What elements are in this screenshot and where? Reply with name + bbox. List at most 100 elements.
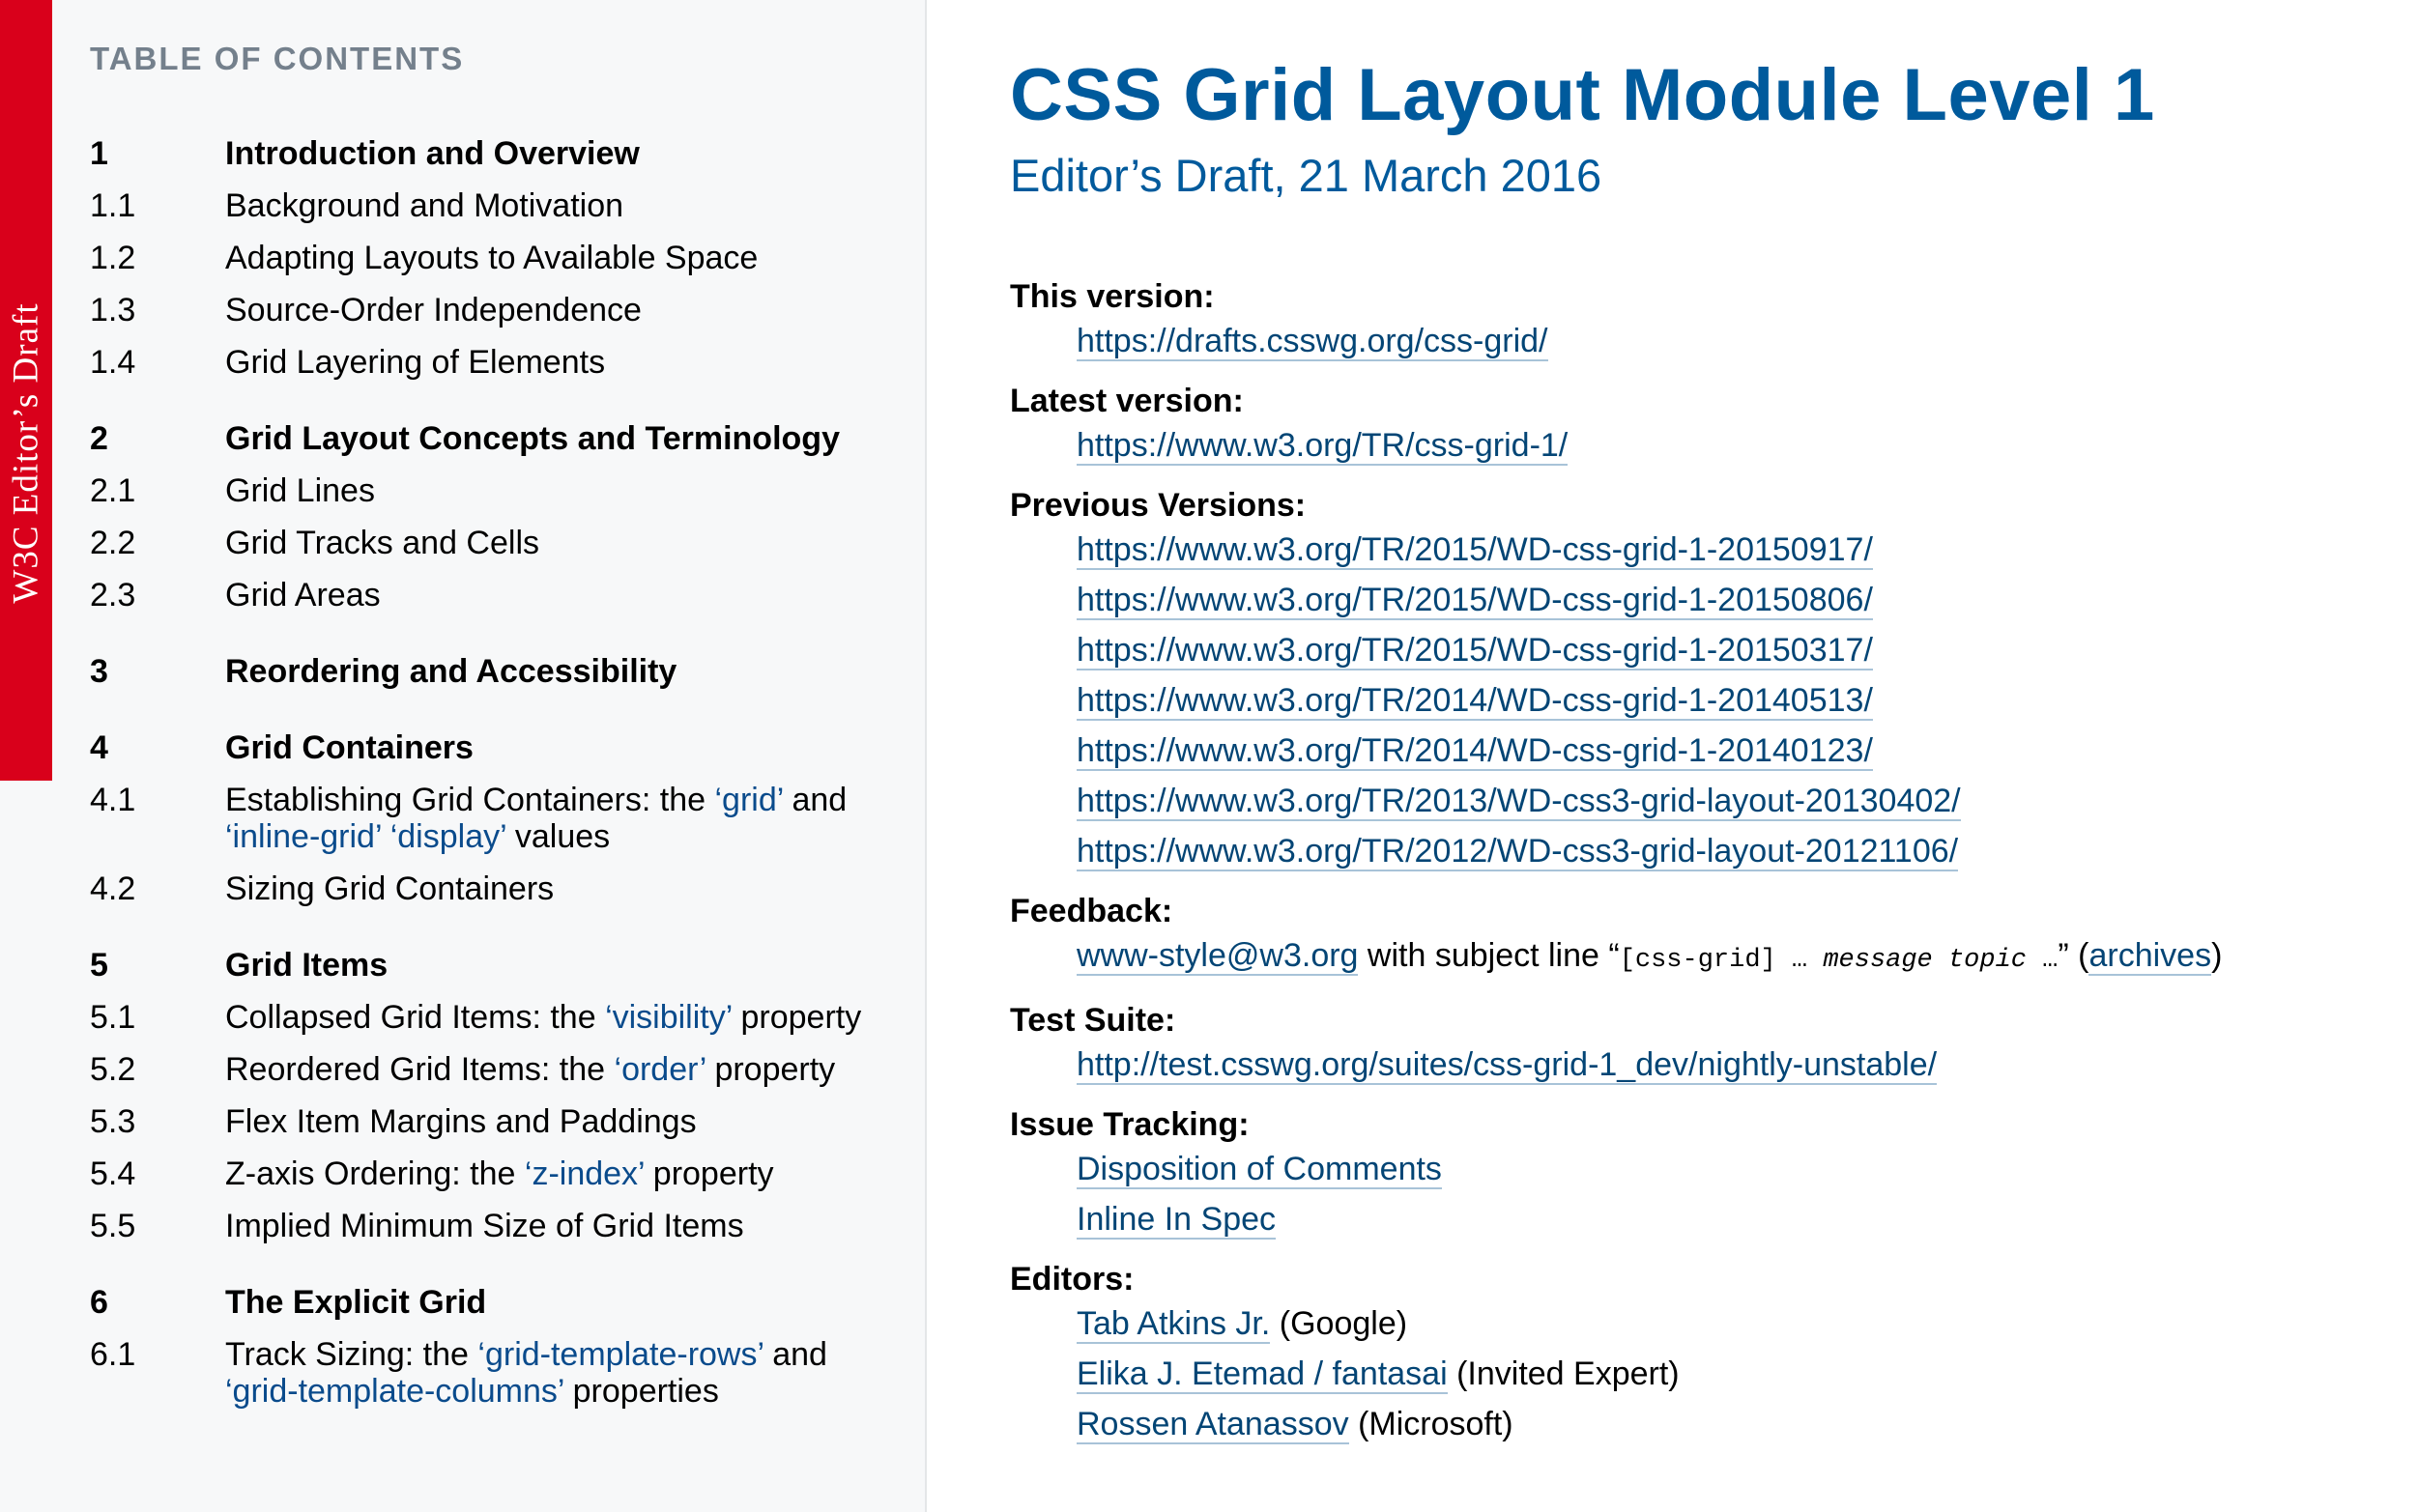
toc-list: 1 Introduction and Overview 1.1 Background …: [90, 135, 902, 1449]
toc-title-part: Track Sizing: the: [225, 1336, 478, 1373]
toc-number: 5.2: [90, 1051, 136, 1088]
issue-tracking-item: Disposition of Comments: [1077, 1151, 2402, 1189]
feedback-text-before: with subject line “: [1358, 937, 1620, 974]
previous-version-item: https://www.w3.org/TR/2012/WD-css3-grid-…: [1077, 833, 2402, 871]
editor-link[interactable]: Tab Atkins Jr.: [1077, 1305, 1271, 1344]
spec-metadata: This version: https://drafts.csswg.org/c…: [1010, 278, 2402, 1456]
toc-item-5-4[interactable]: 5.4 Z-axis Ordering: the ‘z-index’ proper…: [90, 1155, 902, 1192]
toc-item-1-2[interactable]: 1.2 Adapting Layouts to Available Space: [90, 240, 902, 276]
toc-item-3[interactable]: 3 Reordering and Accessibility: [90, 653, 902, 690]
feedback-label: Feedback:: [1010, 893, 1173, 929]
toc-title-part: and: [763, 1336, 827, 1373]
previous-version-link[interactable]: https://www.w3.org/TR/2015/WD-css-grid-1…: [1077, 582, 1873, 620]
toc-item-2-2[interactable]: 2.2 Grid Tracks and Cells: [90, 525, 902, 561]
toc-number: 5.4: [90, 1155, 136, 1192]
toc-number: 4.2: [90, 870, 136, 907]
page-title: CSS Grid Layout Module Level 1: [1010, 54, 2155, 136]
toc-term-link[interactable]: ‘z-index’: [525, 1155, 644, 1192]
feedback-archives-link[interactable]: archives: [2088, 937, 2212, 976]
toc-item-5-1[interactable]: 5.1 Collapsed Grid Items: the ‘visibility…: [90, 999, 902, 1036]
editors-label: Editors:: [1010, 1261, 1135, 1298]
previous-version-item: https://www.w3.org/TR/2014/WD-css-grid-1…: [1077, 732, 2402, 771]
latest-version-value: https://www.w3.org/TR/css-grid-1/: [1077, 427, 2402, 466]
toc-title-part: [381, 818, 389, 855]
this-version-link[interactable]: https://drafts.csswg.org/css-grid/: [1077, 323, 1548, 361]
toc-number: 4.1: [90, 782, 136, 818]
previous-version-link[interactable]: https://www.w3.org/TR/2014/WD-css-grid-1…: [1077, 732, 1873, 771]
this-version-value: https://drafts.csswg.org/css-grid/: [1077, 323, 2402, 361]
toc-title: Source-Order Independence: [225, 292, 642, 328]
previous-version-link[interactable]: https://www.w3.org/TR/2014/WD-css-grid-1…: [1077, 682, 1873, 721]
toc-number: 3: [90, 653, 108, 690]
previous-version-link[interactable]: https://www.w3.org/TR/2012/WD-css3-grid-…: [1077, 833, 1959, 871]
toc-item-5-2[interactable]: 5.2 Reordered Grid Items: the ‘order’ pro…: [90, 1051, 902, 1088]
previous-version-link[interactable]: https://www.w3.org/TR/2013/WD-css3-grid-…: [1077, 783, 1961, 821]
toc-title: Collapsed Grid Items: the ‘visibility’ p…: [225, 999, 902, 1036]
editor-link[interactable]: Elika J. Etemad / fantasai: [1077, 1355, 1448, 1394]
toc-item-2-3[interactable]: 2.3 Grid Areas: [90, 577, 902, 613]
toc-item-4[interactable]: 4 Grid Containers: [90, 729, 902, 766]
toc-title: Flex Item Margins and Paddings: [225, 1103, 697, 1140]
feedback-email-link[interactable]: www-style@w3.org: [1077, 937, 1359, 976]
toc-number: 1.2: [90, 240, 136, 276]
toc-title: Grid Tracks and Cells: [225, 525, 539, 561]
toc-term-link[interactable]: ‘grid’: [714, 782, 783, 818]
toc-term-link[interactable]: ‘inline-grid’: [225, 818, 381, 855]
toc-title-part: values: [505, 818, 611, 855]
feedback-value: www-style@w3.org with subject line “[css…: [1077, 937, 2402, 979]
toc-section: 6 The Explicit Grid 6.1 Track Sizing: the ‘…: [90, 1284, 902, 1410]
toc-title: Sizing Grid Containers: [225, 870, 555, 907]
editor-affiliation: (Microsoft): [1348, 1406, 1513, 1442]
feedback-code-ellipsis: …: [1775, 946, 1824, 975]
toc-item-1[interactable]: 1 Introduction and Overview: [90, 135, 902, 172]
toc-section: 3 Reordering and Accessibility: [90, 653, 902, 690]
previous-version-link[interactable]: https://www.w3.org/TR/2015/WD-css-grid-1…: [1077, 531, 1873, 570]
toc-term-link[interactable]: ‘display’: [390, 818, 506, 855]
toc-item-5-3[interactable]: 5.3 Flex Item Margins and Paddings: [90, 1103, 902, 1140]
status-tab-label: W3C Editor’s Draft: [6, 302, 46, 604]
toc-number: 2: [90, 420, 108, 457]
toc-number: 5.1: [90, 999, 136, 1036]
latest-version-link[interactable]: https://www.w3.org/TR/css-grid-1/: [1077, 427, 1569, 466]
test-suite-value: http://test.csswg.org/suites/css-grid-1_…: [1077, 1046, 2402, 1085]
previous-version-link[interactable]: https://www.w3.org/TR/2015/WD-css-grid-1…: [1077, 632, 1873, 670]
toc-number: 5.3: [90, 1103, 136, 1140]
previous-version-item: https://www.w3.org/TR/2015/WD-css-grid-1…: [1077, 632, 2402, 670]
toc-title-part: Collapsed Grid Items: the: [225, 999, 606, 1036]
toc-term-link[interactable]: ‘visibility’: [605, 999, 732, 1036]
toc-title-part: property: [706, 1051, 836, 1088]
toc-item-6-1[interactable]: 6.1 Track Sizing: the ‘grid-template-rows…: [90, 1336, 902, 1410]
toc-item-1-3[interactable]: 1.3 Source-Order Independence: [90, 292, 902, 328]
toc-item-4-1[interactable]: 4.1 Establishing Grid Containers: the ‘gr…: [90, 782, 902, 855]
toc-title-part: Reordered Grid Items: the: [225, 1051, 615, 1088]
status-tab[interactable]: W3C Editor’s Draft: [0, 0, 52, 781]
previous-version-item: https://www.w3.org/TR/2015/WD-css-grid-1…: [1077, 582, 2402, 620]
previous-version-item: https://www.w3.org/TR/2013/WD-css3-grid-…: [1077, 783, 2402, 821]
test-suite-link[interactable]: http://test.csswg.org/suites/css-grid-1_…: [1077, 1046, 1938, 1085]
toc-number: 2.1: [90, 472, 136, 509]
issue-tracking-label: Issue Tracking:: [1010, 1106, 1250, 1143]
toc-term-link[interactable]: ‘grid-template-rows’: [477, 1336, 763, 1373]
toc-item-2[interactable]: 2 Grid Layout Concepts and Terminology: [90, 420, 902, 457]
toc-number: 1.1: [90, 187, 136, 224]
latest-version-label: Latest version:: [1010, 383, 1244, 419]
toc-term-link[interactable]: ‘grid-template-columns’: [225, 1373, 563, 1410]
inline-in-spec-link[interactable]: Inline In Spec: [1077, 1201, 1277, 1240]
toc-item-1-1[interactable]: 1.1 Background and Motivation: [90, 187, 902, 224]
previous-version-item: https://www.w3.org/TR/2015/WD-css-grid-1…: [1077, 531, 2402, 570]
toc-title: Establishing Grid Containers: the ‘grid’…: [225, 782, 902, 855]
toc-item-5-5[interactable]: 5.5 Implied Minimum Size of Grid Items: [90, 1208, 902, 1244]
editor-affiliation: (Invited Expert): [1447, 1355, 1680, 1392]
toc-item-5[interactable]: 5 Grid Items: [90, 947, 902, 984]
disposition-of-comments-link[interactable]: Disposition of Comments: [1077, 1151, 1442, 1189]
toc-item-4-2[interactable]: 4.2 Sizing Grid Containers: [90, 870, 902, 907]
editor-link[interactable]: Rossen Atanassov: [1077, 1406, 1349, 1444]
page-subtitle: Editor’s Draft, 21 March 2016: [1010, 150, 1602, 201]
toc-number: 1.4: [90, 344, 136, 381]
toc-item-1-4[interactable]: 1.4 Grid Layering of Elements: [90, 344, 902, 381]
toc-item-2-1[interactable]: 2.1 Grid Lines: [90, 472, 902, 509]
toc-term-link[interactable]: ‘order’: [615, 1051, 706, 1088]
toc-item-6[interactable]: 6 The Explicit Grid: [90, 1284, 902, 1321]
toc-title-part: property: [644, 1155, 774, 1192]
previous-version-item: https://www.w3.org/TR/2014/WD-css-grid-1…: [1077, 682, 2402, 721]
